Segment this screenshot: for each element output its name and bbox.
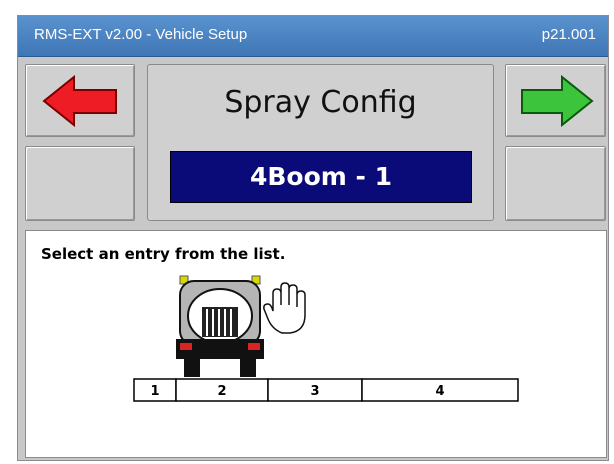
boom-label-3: 3 <box>310 384 319 399</box>
truck-rear-icon <box>176 275 264 377</box>
boom-section-4[interactable]: 4 <box>361 378 519 402</box>
left-arrow-icon <box>42 74 117 128</box>
boom-section-3[interactable]: 3 <box>267 378 363 402</box>
boom-label-2: 2 <box>217 384 226 399</box>
setting-value-field[interactable]: 4Boom - 1 <box>170 151 472 203</box>
app-window: RMS-EXT v2.00 - Vehicle Setup p21.001 Sp… <box>17 15 609 461</box>
boom-section-1[interactable]: 1 <box>133 378 177 402</box>
boom-label-4: 4 <box>435 384 444 399</box>
content-area: Select an entry from the list. 1 2 3 4 <box>25 230 607 458</box>
blank-right-button[interactable] <box>505 146 606 221</box>
setting-title: Spray Config <box>224 85 417 120</box>
right-arrow-icon <box>521 74 594 128</box>
page-id: p21.001 <box>541 26 596 43</box>
title-bar: RMS-EXT v2.00 - Vehicle Setup p21.001 <box>18 16 608 57</box>
boom-label-1: 1 <box>150 384 159 399</box>
hand-pointer-icon <box>263 282 306 334</box>
setting-panel: Spray Config 4Boom - 1 <box>147 64 494 221</box>
blank-left-button[interactable] <box>25 146 135 221</box>
window-title: RMS-EXT v2.00 - Vehicle Setup <box>34 26 248 43</box>
prev-button[interactable] <box>25 64 135 137</box>
next-button[interactable] <box>505 64 606 137</box>
boom-section-2[interactable]: 2 <box>175 378 269 402</box>
boom-sections: 1 2 3 4 <box>133 378 519 402</box>
boom-diagram: 1 2 3 4 <box>133 275 519 402</box>
